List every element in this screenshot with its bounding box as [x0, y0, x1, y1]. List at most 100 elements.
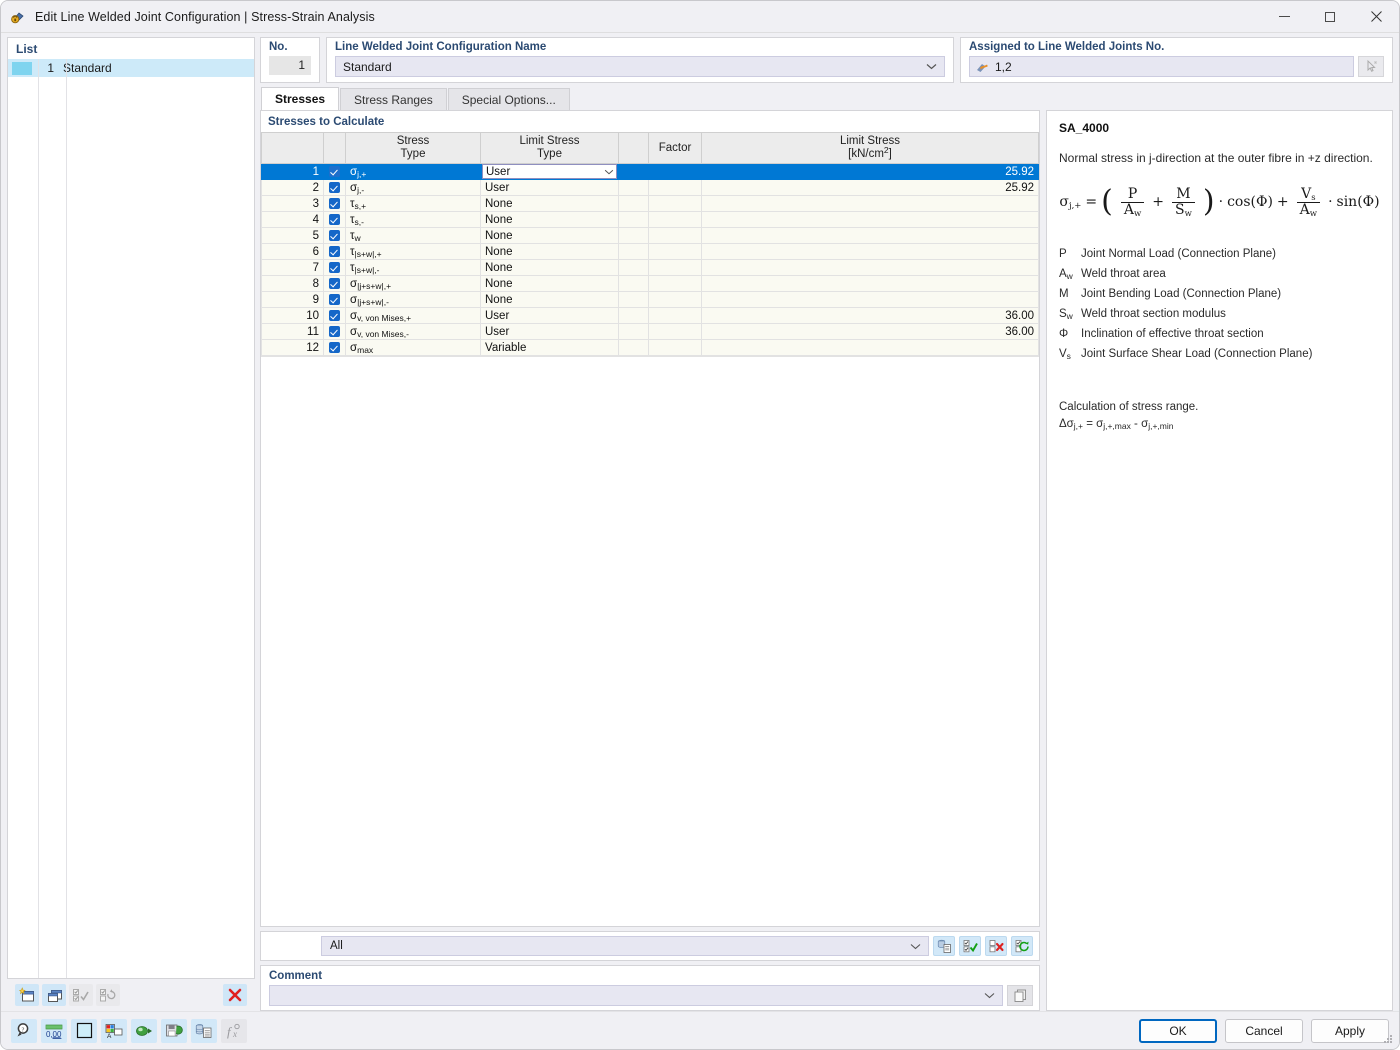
table-row[interactable]: 1 σj,+ User 25.92	[261, 163, 1039, 180]
table-row[interactable]: 6 τ|s+w|,+ None	[261, 243, 1039, 260]
save-view-button[interactable]	[161, 1018, 187, 1043]
delete-configuration-button[interactable]	[223, 984, 247, 1006]
display-properties-button[interactable]: A	[101, 1018, 127, 1043]
close-icon[interactable]	[1353, 1, 1399, 33]
check-all-button[interactable]	[959, 936, 981, 956]
apply-button[interactable]: Apply	[1311, 1018, 1389, 1043]
reset-selection-button[interactable]	[1011, 936, 1033, 956]
col-factor: Factor	[648, 132, 702, 164]
ok-button[interactable]: OK	[1139, 1018, 1217, 1043]
checkbox-checked-icon	[329, 325, 340, 337]
table-row[interactable]: 12 σmax Variable	[261, 339, 1039, 356]
copy-comment-icon[interactable]	[1007, 985, 1033, 1006]
copy-configuration-button[interactable]	[42, 984, 66, 1006]
limit-stress-cell[interactable]	[701, 291, 1039, 308]
color-swatch-button[interactable]	[71, 1018, 97, 1043]
assigned-input[interactable]: 1,2	[969, 56, 1354, 77]
row-checkbox[interactable]	[323, 339, 346, 356]
formula-lhs: σj,+	[1059, 194, 1082, 212]
factor-cell[interactable]	[648, 323, 702, 340]
row-checkbox[interactable]	[323, 211, 346, 228]
row-checkbox[interactable]	[323, 291, 346, 308]
limit-stress-cell[interactable]: 25.92	[701, 163, 1039, 180]
factor-cell[interactable]	[648, 307, 702, 324]
row-checkbox[interactable]	[323, 275, 346, 292]
limit-stress-type-cell[interactable]: None	[480, 291, 619, 308]
row-checkbox[interactable]	[323, 307, 346, 324]
limit-stress-cell[interactable]	[701, 243, 1039, 260]
limit-stress-type-cell[interactable]: None	[480, 243, 619, 260]
row-checkbox[interactable]	[323, 243, 346, 260]
col-stress-type-line2: Type	[400, 148, 426, 160]
limit-stress-type-cell[interactable]: User	[480, 307, 619, 324]
tab-special-options[interactable]: Special Options...	[447, 88, 570, 110]
table-row[interactable]: 4 τs,- None	[261, 211, 1039, 228]
limit-stress-type-cell[interactable]: User	[480, 163, 619, 180]
factor-cell[interactable]	[648, 259, 702, 276]
cancel-button[interactable]: Cancel	[1225, 1018, 1303, 1043]
factor-cell[interactable]	[648, 195, 702, 212]
limit-stress-cell[interactable]: 36.00	[701, 307, 1039, 324]
factor-cell[interactable]	[648, 243, 702, 260]
table-row[interactable]: 3 τs,+ None	[261, 195, 1039, 212]
row-spacer-cell	[618, 275, 649, 292]
resize-grip[interactable]	[1384, 1035, 1394, 1045]
comment-combobox[interactable]	[269, 985, 1003, 1006]
limit-stress-type-cell[interactable]: User	[480, 323, 619, 340]
factor-cell[interactable]	[648, 163, 702, 180]
name-combobox[interactable]: Standard	[335, 56, 945, 77]
limit-stress-cell[interactable]: 25.92	[701, 179, 1039, 196]
table-row[interactable]: 7 τ|s+w|,- None	[261, 259, 1039, 276]
limit-stress-cell[interactable]: 36.00	[701, 323, 1039, 340]
new-configuration-button[interactable]	[15, 984, 39, 1006]
limit-stress-cell[interactable]	[701, 195, 1039, 212]
limit-stress-cell[interactable]	[701, 211, 1039, 228]
list-divider-1	[38, 59, 39, 978]
factor-cell[interactable]	[648, 227, 702, 244]
table-row[interactable]: 8 σ|j+s+w|,+ None	[261, 275, 1039, 292]
maximize-icon[interactable]	[1307, 1, 1353, 33]
limit-stress-type-cell[interactable]: None	[480, 211, 619, 228]
search-tool-button[interactable]: ?	[11, 1018, 37, 1043]
limit-type-combobox[interactable]: User	[482, 164, 617, 179]
limit-stress-type-cell[interactable]: None	[480, 259, 619, 276]
pick-objects-icon[interactable]	[1358, 56, 1384, 77]
row-checkbox[interactable]	[323, 195, 346, 212]
render-mode-button[interactable]	[131, 1018, 157, 1043]
table-export-button[interactable]	[191, 1018, 217, 1043]
factor-cell[interactable]	[648, 179, 702, 196]
limit-stress-cell[interactable]	[701, 275, 1039, 292]
list-item[interactable]: 1 Standard	[8, 59, 254, 77]
row-checkbox[interactable]	[323, 323, 346, 340]
legend-item: Φ Inclination of effective throat section	[1059, 327, 1380, 341]
table-row[interactable]: 10 σv, von Mises,+ User 36.00	[261, 307, 1039, 324]
limit-stress-type-cell[interactable]: Variable	[480, 339, 619, 356]
row-checkbox[interactable]	[323, 259, 346, 276]
factor-cell[interactable]	[648, 339, 702, 356]
tab-stress-ranges[interactable]: Stress Ranges	[340, 88, 447, 110]
factor-cell[interactable]	[648, 275, 702, 292]
factor-cell[interactable]	[648, 291, 702, 308]
limit-stress-type-cell[interactable]: User	[480, 179, 619, 196]
limit-stress-type-cell[interactable]: None	[480, 275, 619, 292]
uncheck-all-button[interactable]	[985, 936, 1007, 956]
table-row[interactable]: 5 τw None	[261, 227, 1039, 244]
table-row[interactable]: 9 σ|j+s+w|,- None	[261, 291, 1039, 308]
limit-stress-type-cell[interactable]: None	[480, 195, 619, 212]
legend-symbol: Sw	[1059, 308, 1073, 322]
limit-stress-cell[interactable]	[701, 227, 1039, 244]
limit-stress-type-cell[interactable]: None	[480, 227, 619, 244]
table-row[interactable]: 2 σj,- User 25.92	[261, 179, 1039, 196]
number-format-button[interactable]: 0, 00	[41, 1018, 67, 1043]
limit-stress-cell[interactable]	[701, 259, 1039, 276]
factor-cell[interactable]	[648, 211, 702, 228]
tab-stresses[interactable]: Stresses	[261, 87, 340, 110]
row-checkbox[interactable]	[323, 163, 346, 180]
filter-combobox[interactable]: All	[321, 936, 929, 956]
row-checkbox[interactable]	[323, 179, 346, 196]
import-from-library-button[interactable]	[933, 936, 955, 956]
limit-stress-cell[interactable]	[701, 339, 1039, 356]
minimize-icon[interactable]	[1261, 1, 1307, 33]
table-row[interactable]: 11 σv, von Mises,- User 36.00	[261, 323, 1039, 340]
row-checkbox[interactable]	[323, 227, 346, 244]
